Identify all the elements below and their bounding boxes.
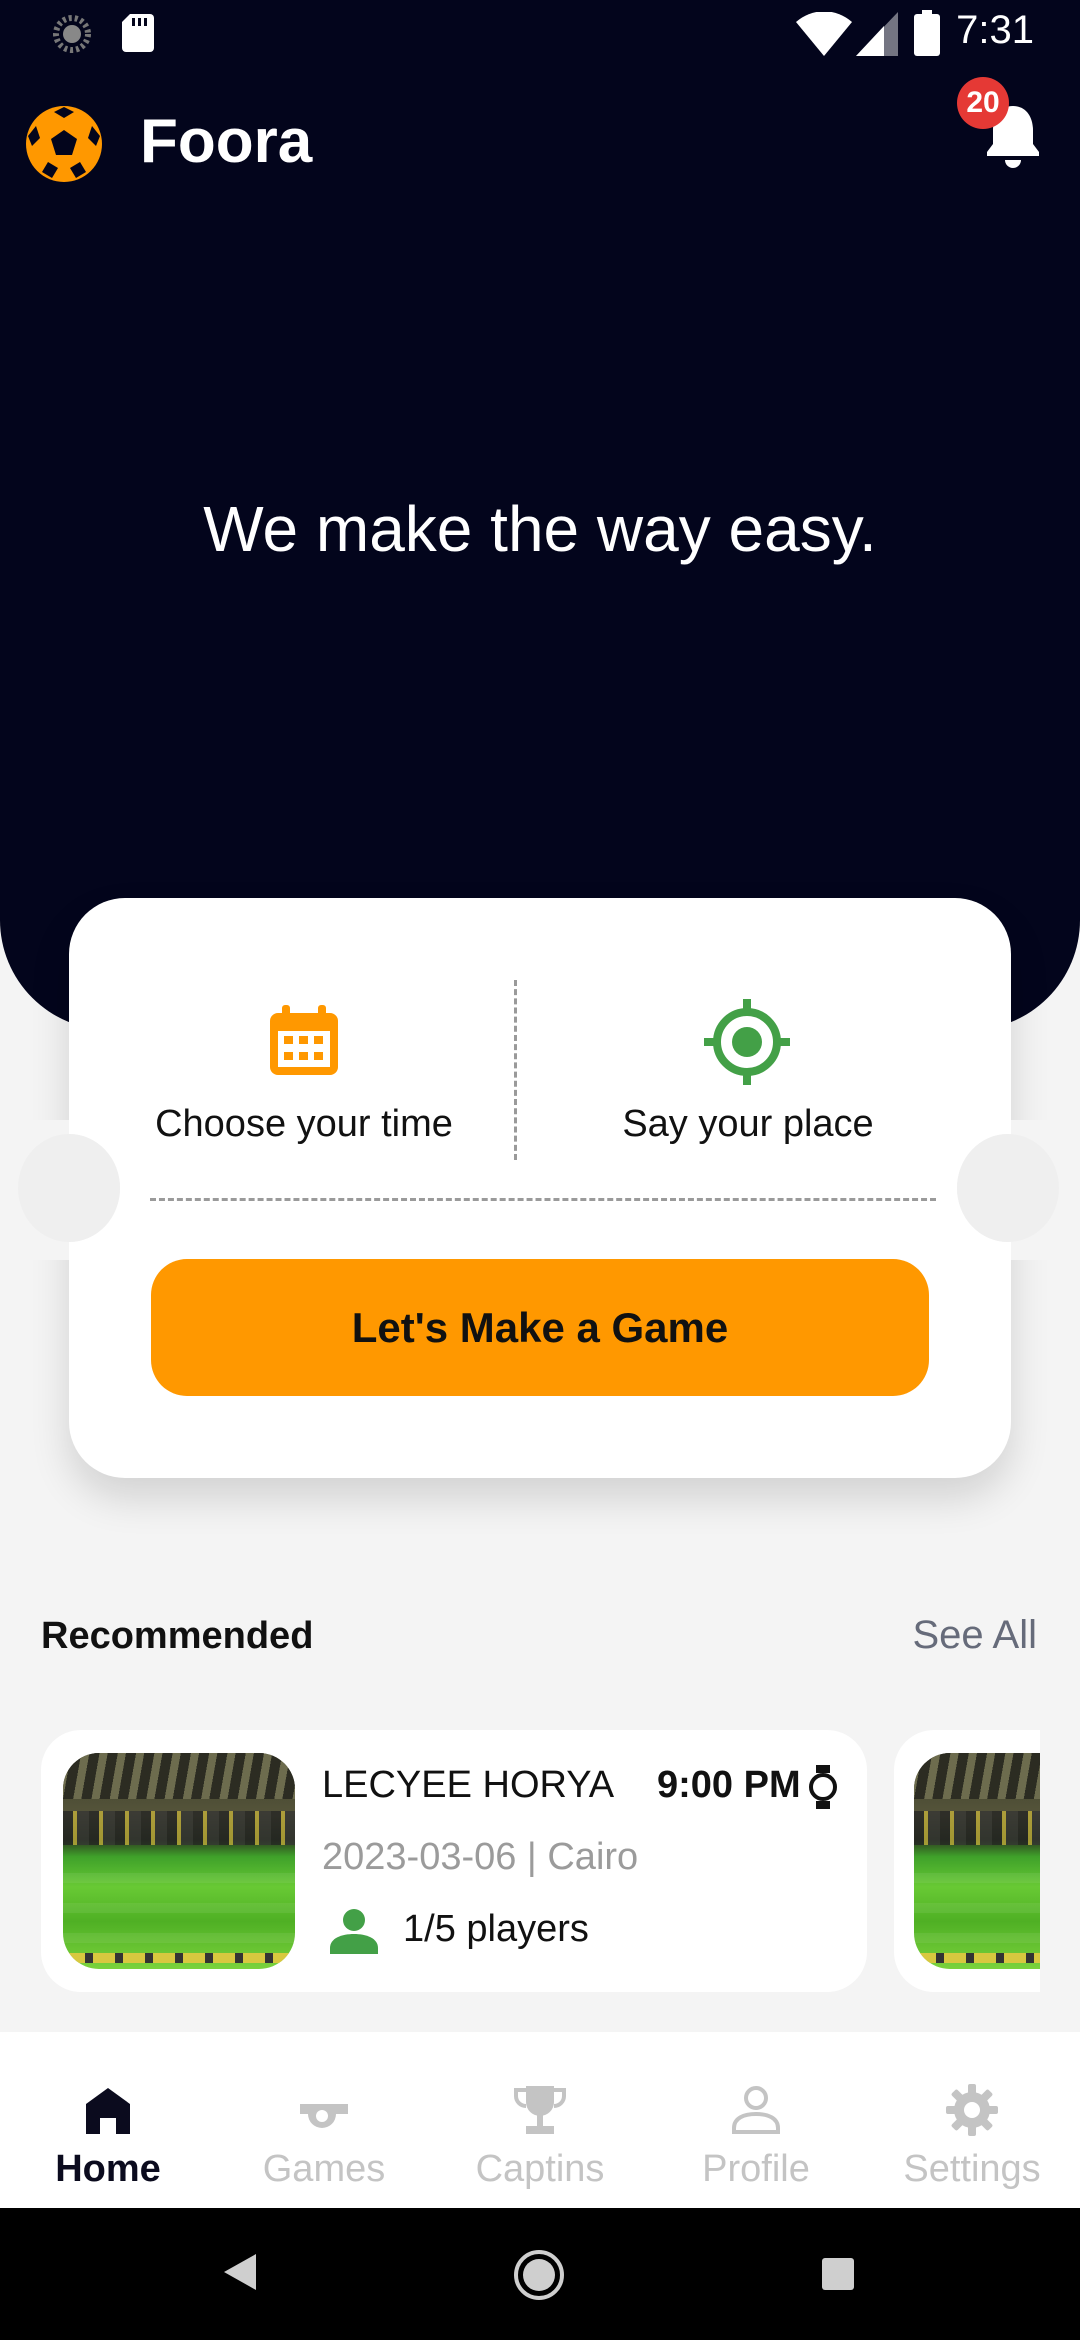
- calendar-icon: [270, 1005, 338, 1075]
- cellular-signal-icon: [856, 12, 898, 56]
- stadium-image: [63, 1753, 295, 1969]
- system-nav-bar: [0, 2208, 1080, 2340]
- profile-person-icon: [732, 2086, 780, 2134]
- see-all-link[interactable]: See All: [912, 1613, 1037, 1658]
- sd-card-icon: [122, 14, 154, 52]
- watch-icon: [809, 1765, 837, 1809]
- game-name: LECYEE HORYA: [322, 1764, 615, 1806]
- back-icon[interactable]: [222, 2252, 258, 2292]
- loading-indicator-icon: [53, 15, 91, 53]
- game-date-location: 2023-03-06 | Cairo: [322, 1836, 639, 1878]
- recents-icon[interactable]: [820, 2256, 856, 2292]
- home-circle-icon[interactable]: [512, 2248, 566, 2302]
- app-title: Foora: [140, 107, 313, 176]
- home-icon: [86, 2088, 130, 2134]
- nav-home-label: Home: [55, 2148, 161, 2190]
- nav-profile[interactable]: Profile: [648, 2032, 864, 2208]
- nav-settings[interactable]: Settings: [864, 2032, 1080, 2208]
- wifi-icon: [796, 12, 852, 56]
- recommended-title: Recommended: [41, 1615, 314, 1657]
- game-card-partial[interactable]: [894, 1730, 1040, 1992]
- say-place-label: Say your place: [622, 1103, 874, 1145]
- status-time: 7:31: [956, 8, 1034, 52]
- person-icon: [330, 1909, 378, 1954]
- target-location-icon: [704, 999, 790, 1085]
- trophy-icon: [514, 2086, 566, 2134]
- battery-icon: [914, 10, 940, 56]
- notification-badge: 20: [957, 77, 1009, 129]
- nav-games[interactable]: Games: [216, 2032, 432, 2208]
- nav-games-label: Games: [262, 2148, 386, 2190]
- say-place-option[interactable]: Say your place: [548, 985, 948, 1155]
- hero-tagline: We make the way easy.: [203, 493, 877, 565]
- stadium-image: [914, 1753, 1040, 1969]
- soccer-ball-logo-icon: [26, 106, 102, 182]
- bottom-nav: Home Games Captins Profile Settings: [0, 2032, 1080, 2208]
- make-game-button[interactable]: Let's Make a Game: [151, 1259, 929, 1396]
- nav-captins-label: Captins: [475, 2148, 605, 2190]
- nav-profile-label: Profile: [702, 2148, 810, 2190]
- status-bar: 7:31: [0, 0, 1080, 66]
- gear-icon: [946, 2084, 998, 2136]
- nav-home[interactable]: Home: [0, 2032, 216, 2208]
- choose-time-option[interactable]: Choose your time: [104, 985, 504, 1155]
- nav-captins[interactable]: Captins: [432, 2032, 648, 2208]
- horizontal-divider: [150, 1198, 936, 1201]
- game-players: 1/5 players: [403, 1908, 589, 1950]
- choose-time-label: Choose your time: [155, 1103, 453, 1145]
- game-time: 9:00 PM: [657, 1764, 801, 1806]
- vertical-divider: [514, 980, 517, 1160]
- nav-settings-label: Settings: [903, 2148, 1041, 2190]
- whistle-icon: [300, 2104, 348, 2128]
